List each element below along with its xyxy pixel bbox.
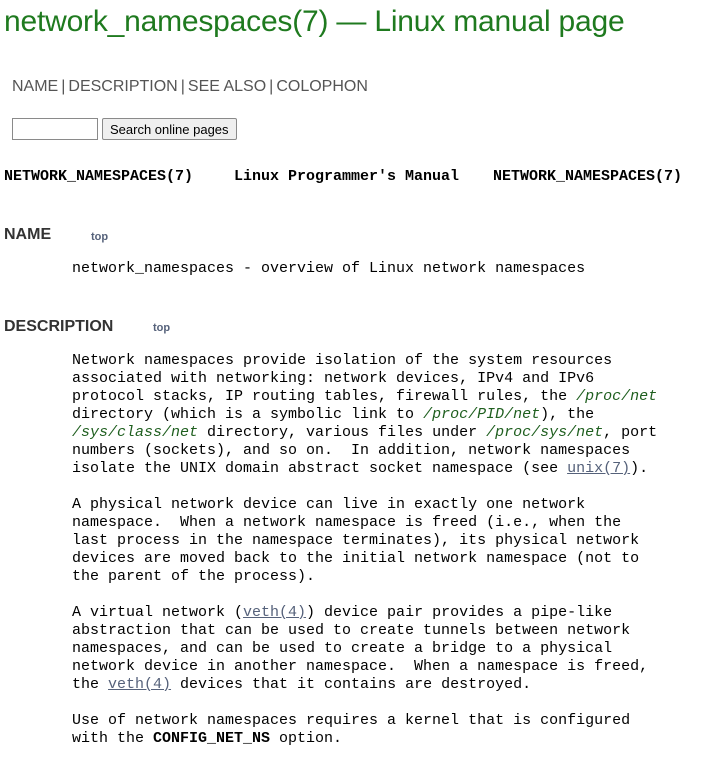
description-top-link[interactable]: top xyxy=(153,322,170,334)
paragraph-text: directory (which is a symbolic link to xyxy=(72,406,415,423)
header-center: Linux Programmer's Manual xyxy=(234,168,460,185)
link-veth-4[interactable]: veth(4) xyxy=(243,604,306,621)
paragraph-text: ), the xyxy=(540,406,595,423)
description-paragraph-3: A virtual network (veth(4)) device pair … xyxy=(72,604,712,694)
description-paragraph-2: A physical network device can live in ex… xyxy=(72,496,640,585)
name-section-text: network_namespaces - overview of Linux n… xyxy=(72,260,586,277)
search-input[interactable] xyxy=(12,118,98,140)
paragraph-text: directory, various files under xyxy=(198,424,487,441)
name-section-heading: NAME xyxy=(4,226,52,243)
paragraph-text: A virtual network ( xyxy=(72,604,244,621)
search-form: Search online pages xyxy=(12,118,237,140)
header-left: NETWORK_NAMESPACES(7) xyxy=(4,168,194,185)
nav-separator: | xyxy=(269,78,274,95)
paragraph-text: ). xyxy=(630,460,649,477)
nav-separator: | xyxy=(180,78,185,95)
nav-link-description[interactable]: DESCRIPTION xyxy=(68,78,177,95)
nav-separator: | xyxy=(61,78,66,95)
description-paragraph-4: Use of network namespaces requires a ker… xyxy=(72,712,712,748)
search-button[interactable]: Search online pages xyxy=(102,118,237,140)
header-right: NETWORK_NAMESPACES(7) xyxy=(493,168,683,185)
paragraph-text: Network namespaces provide isolation of … xyxy=(72,352,613,405)
section-nav: NAME | DESCRIPTION | SEE ALSO | COLOPHON xyxy=(12,78,368,96)
link-veth-4[interactable]: veth(4) xyxy=(108,676,171,693)
config-option: CONFIG_NET_NS xyxy=(153,730,271,747)
nav-link-name[interactable]: NAME xyxy=(12,78,58,95)
path-sys-class-net: /sys/class/net xyxy=(72,424,199,441)
nav-link-see-also[interactable]: SEE ALSO xyxy=(188,78,266,95)
name-top-link[interactable]: top xyxy=(91,231,108,243)
page-title: network_namespaces(7) — Linux manual pag… xyxy=(4,5,625,38)
path-proc-pid-net: /proc/PID/net xyxy=(423,406,541,423)
nav-link-colophon[interactable]: COLOPHON xyxy=(276,78,368,95)
paragraph-text: devices that it contains are destroyed. xyxy=(171,676,532,693)
description-section-heading: DESCRIPTION xyxy=(4,318,114,335)
path-proc-sys-net: /proc/sys/net xyxy=(486,424,604,441)
paragraph-text: option. xyxy=(270,730,343,747)
link-unix-7[interactable]: unix(7) xyxy=(567,460,630,477)
description-paragraph-1: Network namespaces provide isolation of … xyxy=(72,352,712,478)
path-proc-net: /proc/net xyxy=(576,388,658,405)
